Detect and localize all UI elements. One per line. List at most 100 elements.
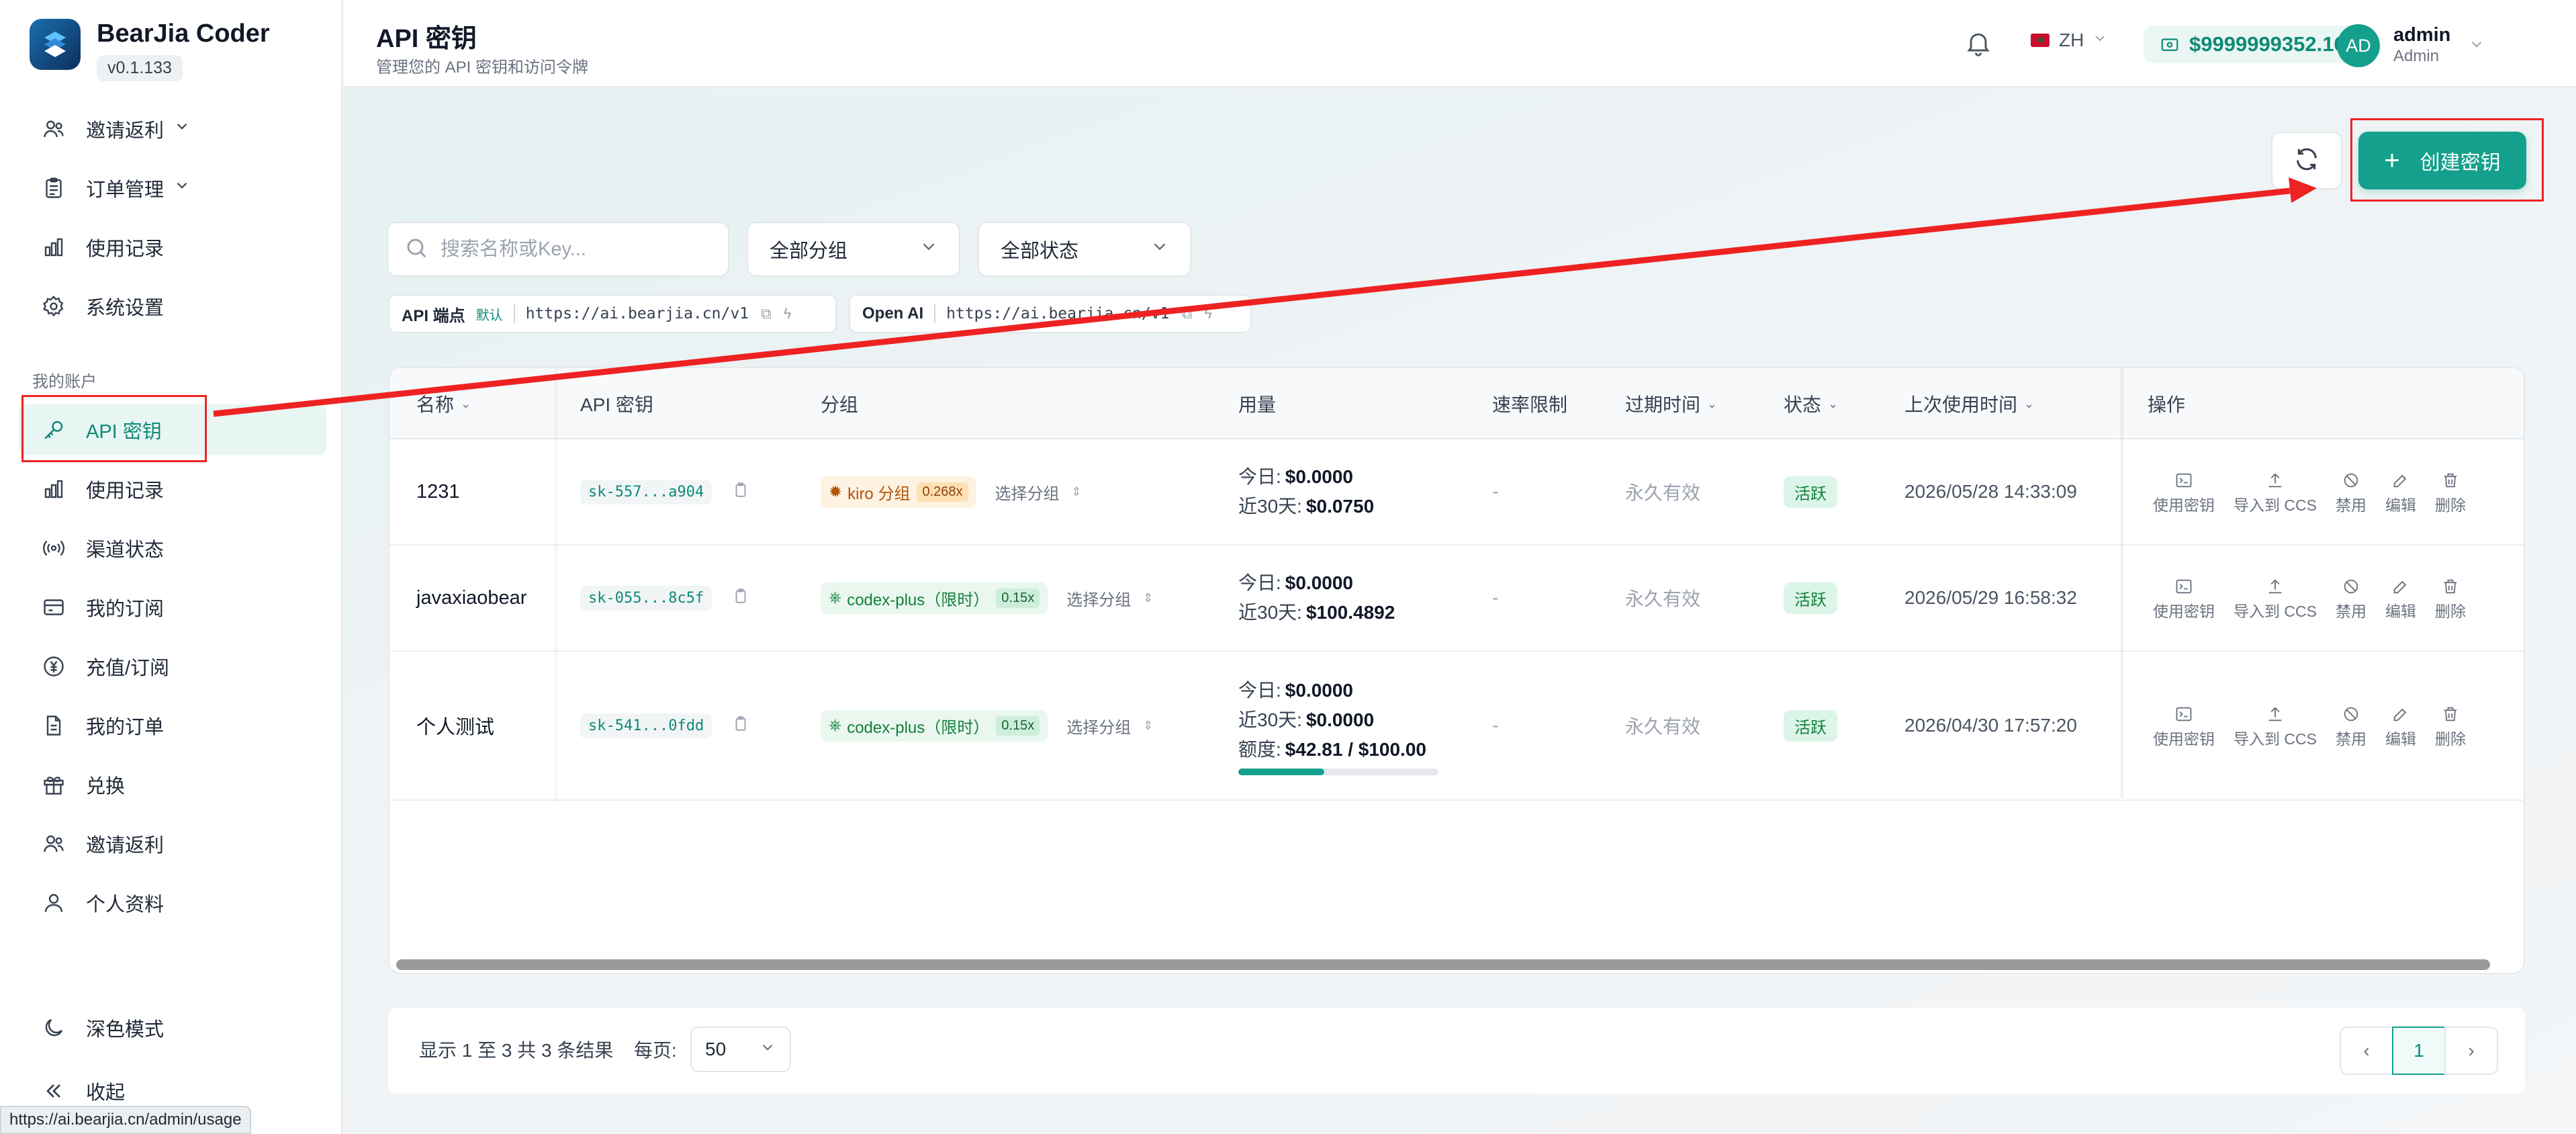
zap-icon[interactable]: ϟ: [784, 305, 792, 322]
select-group-dropdown[interactable]: 选择分组 ⇕: [995, 480, 1082, 504]
ban-icon: [2342, 702, 2360, 726]
user-menu[interactable]: AD admin Admin: [2337, 24, 2485, 67]
users-icon: [39, 829, 68, 859]
currency-icon: [39, 652, 68, 681]
notification-bell-icon[interactable]: [1964, 28, 1993, 61]
horizontal-scrollbar[interactable]: [396, 959, 2490, 970]
group-badge: ⎈ codex-plus（限时） 0.15x: [821, 709, 1048, 742]
endpoint-label: API 端点: [402, 306, 465, 325]
page-subtitle: 管理您的 API 密钥和访问令牌: [376, 58, 589, 77]
zap-icon[interactable]: ϟ: [1204, 305, 1212, 322]
search-input[interactable]: [441, 238, 709, 261]
dark-mode-toggle[interactable]: 深色模式: [19, 1002, 326, 1053]
sidebar-item-recharge[interactable]: 充值/订阅: [19, 641, 326, 692]
chevron-down-icon: [1150, 236, 1170, 262]
last-used-value: 2026/05/29 16:58:32: [1904, 587, 2077, 608]
language-switcher[interactable]: ZH: [2031, 30, 2108, 51]
trash-icon: [2441, 468, 2460, 492]
openai-icon: ⎈: [829, 716, 842, 734]
delete-button[interactable]: 删除: [2435, 574, 2466, 621]
import-ccs-button[interactable]: 导入到 CCS: [2234, 702, 2317, 749]
delete-button[interactable]: 删除: [2435, 468, 2466, 515]
endpoint-url: https://ai.bearjia.cn/v1: [946, 305, 1170, 322]
group-filter-select[interactable]: 全部分组: [747, 222, 960, 277]
search-box[interactable]: [387, 222, 729, 277]
sidebar-item-usage-records[interactable]: 使用记录: [19, 222, 326, 273]
clipboard-icon: [39, 173, 68, 203]
select-group-dropdown[interactable]: 选择分组 ⇕: [1066, 714, 1153, 738]
copy-icon[interactable]: ⧉: [1181, 305, 1192, 322]
import-ccs-button[interactable]: 导入到 CCS: [2234, 574, 2317, 621]
row-actions: 使用密钥 导入到 CCS 禁用 编辑 删除: [2153, 574, 2485, 621]
row-actions: 使用密钥 导入到 CCS 禁用 编辑 删除: [2153, 468, 2485, 515]
page-button-current[interactable]: 1: [2392, 1027, 2446, 1075]
column-header-last-used[interactable]: 上次使用时间 ⌄: [1904, 368, 2034, 439]
moon-icon: [39, 1013, 68, 1043]
chevron-down-icon: [173, 118, 191, 140]
column-header-name[interactable]: 名称 ⌄: [416, 368, 471, 439]
per-page-label: 每页:: [634, 1040, 677, 1061]
group-badge: ✹ kiro 分组 0.268x: [821, 476, 976, 508]
sidebar-item-label: 深色模式: [86, 1019, 165, 1041]
edit-button[interactable]: 编辑: [2385, 574, 2416, 621]
column-header-expires[interactable]: 过期时间 ⌄: [1625, 368, 1717, 439]
default-badge: 默认: [475, 308, 503, 323]
edit-button[interactable]: 编辑: [2385, 702, 2416, 749]
openai-endpoint-chip: Open AI https://ai.bearjia.cn/v1 ⧉ ϟ: [849, 294, 1252, 333]
copy-icon[interactable]: ⧉: [761, 305, 772, 322]
sidebar-item-invite-rebate-account[interactable]: 邀请返利: [19, 818, 326, 869]
select-group-dropdown[interactable]: 选择分组 ⇕: [1066, 586, 1153, 610]
column-header-status[interactable]: 状态 ⌄: [1784, 368, 1838, 439]
ban-icon: [2342, 468, 2360, 492]
status-filter-select[interactable]: 全部状态: [978, 222, 1191, 277]
disable-button[interactable]: 禁用: [2336, 574, 2366, 621]
per-page-select[interactable]: 50: [690, 1027, 791, 1072]
edit-button[interactable]: 编辑: [2385, 468, 2416, 515]
sidebar-item-system-settings[interactable]: 系统设置: [19, 281, 326, 332]
results-summary: 显示 1 至 3 共 3 条结果: [419, 1040, 614, 1061]
status-badge: 活跃: [1784, 582, 1837, 614]
use-key-button[interactable]: 使用密钥: [2153, 574, 2215, 621]
use-key-button[interactable]: 使用密钥: [2153, 702, 2215, 749]
sidebar-item-profile[interactable]: 个人资料: [19, 877, 326, 928]
sort-icon: ⌄: [1828, 396, 1839, 410]
credit-card-icon: [39, 593, 68, 622]
sidebar-item-label: 系统设置: [86, 298, 165, 319]
copy-icon[interactable]: [732, 715, 749, 737]
sidebar-item-label: 使用记录: [86, 238, 165, 260]
gear-icon: [39, 292, 68, 321]
per-page-value: 50: [705, 1039, 727, 1059]
group-filter-value: 全部分组: [770, 241, 848, 262]
sidebar-item-my-subscription[interactable]: 我的订阅: [19, 582, 326, 633]
copy-icon[interactable]: [732, 587, 749, 609]
sidebar-item-order-management[interactable]: 订单管理: [19, 163, 326, 214]
upload-icon: [2266, 702, 2285, 726]
usage-cell: 今日: $0.0000 近30天: $0.0750: [1238, 466, 1375, 517]
radio-icon: [39, 533, 68, 563]
sidebar-item-channel-status[interactable]: 渠道状态: [19, 523, 326, 574]
gift-icon: [39, 770, 68, 799]
disable-button[interactable]: 禁用: [2336, 468, 2366, 515]
prev-page-button[interactable]: ‹: [2340, 1027, 2393, 1075]
upload-icon: [2266, 574, 2285, 599]
copy-icon[interactable]: [732, 481, 749, 503]
openai-icon: ⎈: [829, 588, 842, 607]
api-key-value: sk-541...0fdd: [580, 713, 712, 738]
sidebar-item-usage-records-account[interactable]: 使用记录: [19, 464, 326, 515]
language-code: ZH: [2059, 30, 2084, 50]
chevron-left-icon: ‹: [2363, 1040, 2370, 1061]
balance-badge[interactable]: $9999999352.16: [2144, 26, 2362, 63]
user-name: admin: [2393, 24, 2451, 46]
table-row: 1231 sk-557...a904 ✹ kiro 分组 0.268x 选择分组 ⇕ …: [389, 439, 2524, 546]
terminal-icon: [2174, 574, 2193, 599]
status-filter-value: 全部状态: [1001, 241, 1079, 262]
import-ccs-button[interactable]: 导入到 CCS: [2234, 468, 2317, 515]
refresh-button[interactable]: [2271, 132, 2342, 189]
sidebar-item-invite-rebate[interactable]: 邀请返利: [19, 103, 326, 155]
sidebar-item-my-orders[interactable]: 我的订单: [19, 700, 326, 751]
disable-button[interactable]: 禁用: [2336, 702, 2366, 749]
use-key-button[interactable]: 使用密钥: [2153, 468, 2215, 515]
next-page-button[interactable]: ›: [2444, 1027, 2498, 1075]
delete-button[interactable]: 删除: [2435, 702, 2466, 749]
sidebar-item-redeem[interactable]: 兑换: [19, 759, 326, 810]
